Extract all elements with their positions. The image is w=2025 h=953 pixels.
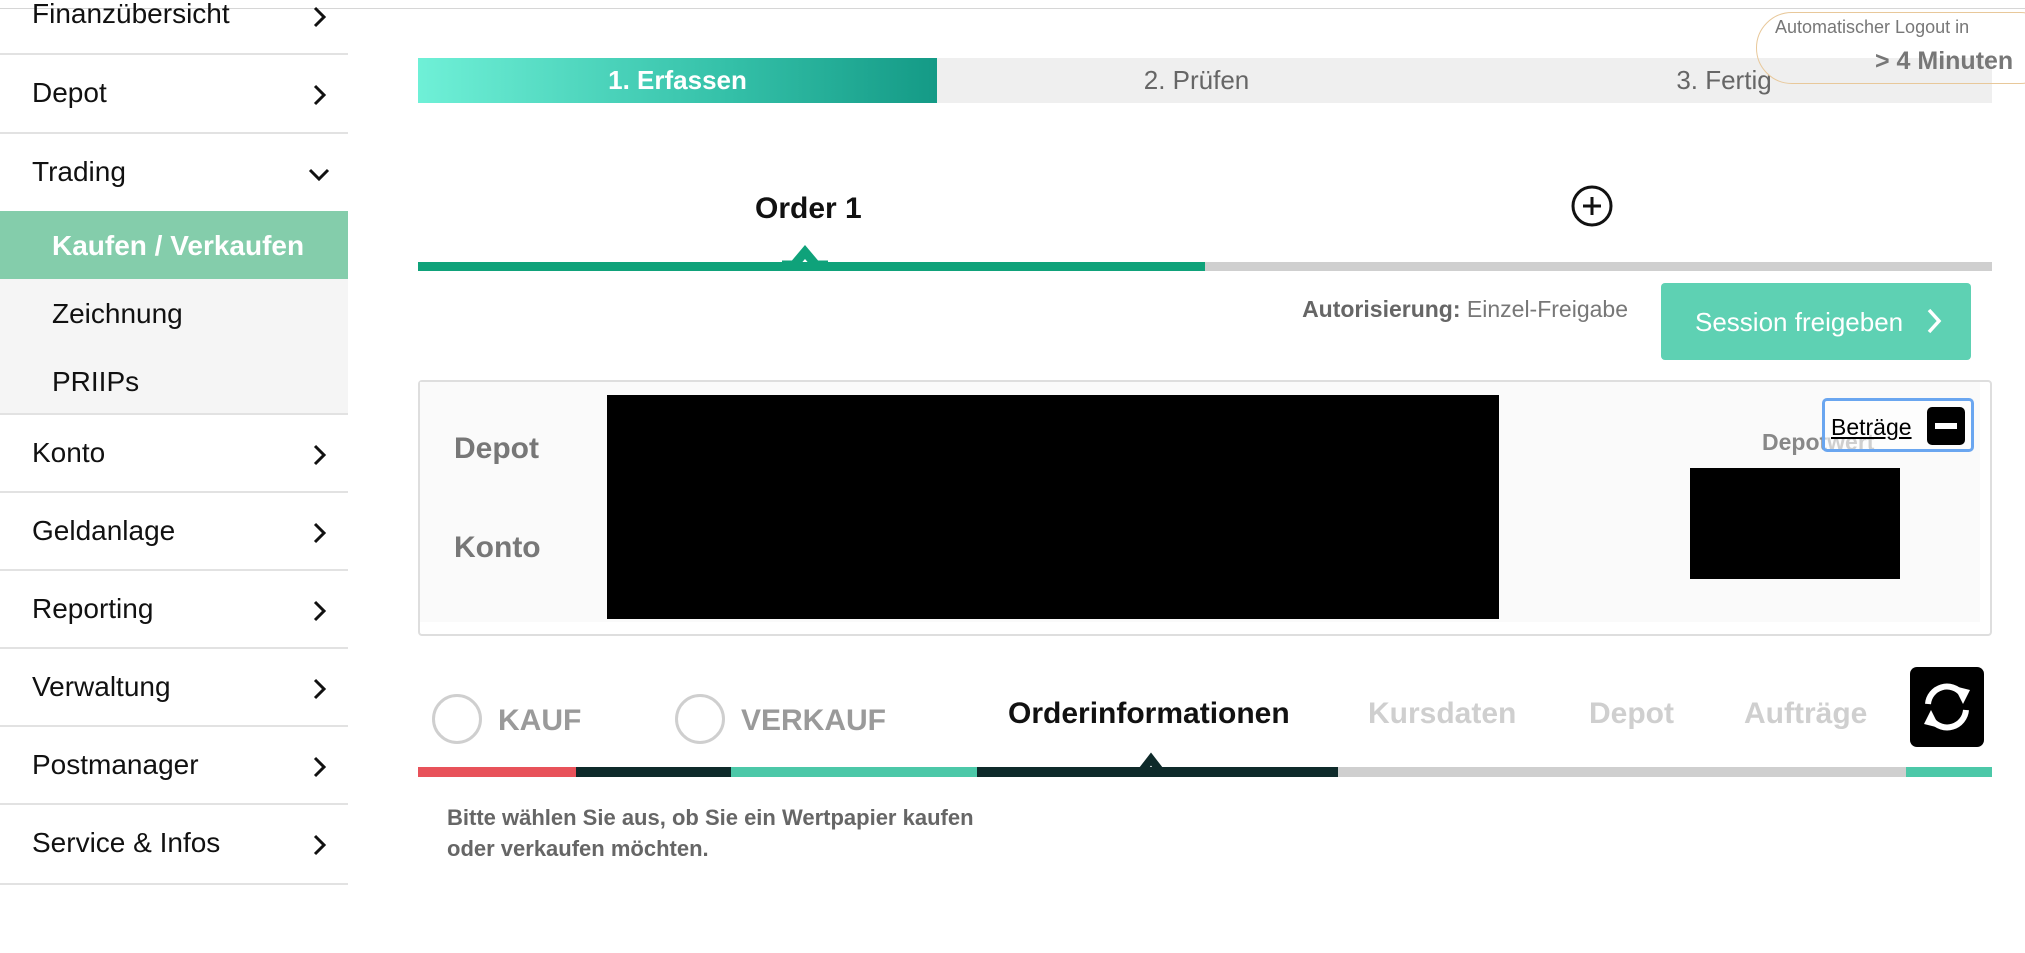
chevron-right-icon [304,596,334,626]
sidebar-item-label: Service & Infos [32,827,221,858]
sidebar-item-label: Depot [32,77,107,108]
sidebar-subitem-label: Zeichnung [52,298,183,329]
sidebar-item-service-infos[interactable]: Service & Infos [0,805,348,885]
authorization-info: Autorisierung: Einzel-Freigabe [1200,296,1628,323]
chevron-right-icon [304,2,334,32]
chevron-right-icon [304,80,334,110]
sidebar-subitem-label: Kaufen / Verkaufen [52,230,305,261]
plus-circle-icon[interactable] [1570,184,1614,228]
session-button-label: Session freigeben [1695,307,1904,337]
refresh-icon [1924,683,1970,731]
chevron-down-icon [304,159,334,189]
sidebar-item-label: Trading [32,156,126,187]
kauf-indicator [418,767,576,777]
step-progress-bar: 1. Erfassen 2. Prüfen 3. Fertig [418,58,1992,103]
logout-timer: Automatischer Logout in > 4 Minuten [1756,12,2025,84]
sidebar-item-postmanager[interactable]: Postmanager [0,727,348,805]
sidebar-item-finanzuebersicht[interactable]: Finanzübersicht [0,0,348,55]
sidebar-item-trading[interactable]: Trading [0,134,348,211]
refresh-indicator [1906,767,1992,777]
sidebar-item-label: Verwaltung [32,671,171,702]
refresh-button[interactable] [1910,667,1984,747]
order-tab-notch [782,240,828,270]
sidebar-item-depot[interactable]: Depot [0,55,348,134]
logout-timer-value: > 4 Minuten [1875,47,2014,75]
sidebar-subitem-zeichnung[interactable]: Zeichnung [0,279,348,347]
separator-indicator [576,767,731,777]
sidebar-item-label: Geldanlage [32,515,176,546]
sidebar-item-reporting[interactable]: Reporting [0,571,348,649]
konto-label: Konto [454,531,541,564]
logout-timer-label: Automatischer Logout in [1775,17,1970,37]
tab-depot[interactable]: Depot [1589,697,1674,731]
verkauf-indicator [731,767,977,777]
kauf-radio[interactable] [432,694,482,744]
order-tab-track [418,262,1992,271]
authorization-value: Einzel-Freigabe [1466,296,1628,322]
session-freigeben-button[interactable]: Session freigeben [1661,283,1971,360]
tab-kursdaten[interactable]: Kursdaten [1368,697,1516,731]
sidebar-subitem-priips[interactable]: PRIIPs [0,347,348,415]
inactive-tabs-indicator [1338,767,1906,777]
trading-submenu: Kaufen / Verkaufen Zeichnung PRIIPs [0,211,348,415]
chevron-right-icon [304,674,334,704]
tab-orderinformationen[interactable]: Orderinformationen [1008,697,1290,731]
sidebar-item-verwaltung[interactable]: Verwaltung [0,649,348,727]
step-erfassen: 1. Erfassen [418,58,937,103]
chevron-right-icon [304,752,334,782]
chevron-right-icon [304,518,334,548]
betraege-toggle[interactable]: Beträge [1822,398,1974,452]
kauf-label[interactable]: KAUF [498,704,581,738]
tab-order-1[interactable]: Order 1 [755,192,862,226]
sidebar-subitem-kaufen-verkaufen[interactable]: Kaufen / Verkaufen [0,211,348,279]
authorization-label: Autorisierung: [1302,296,1461,322]
step-pruefen: 2. Prüfen [1143,65,1250,95]
redacted-account-details [607,395,1499,619]
depot-konto-panel: Depot Konto Depotwert [418,380,1992,636]
chevron-right-icon [1919,305,1949,337]
betraege-label: Beträge [1831,414,1912,440]
minus-icon [1927,407,1965,445]
sidebar-item-label: Postmanager [32,749,199,780]
orderinformationen-notch [1130,746,1172,776]
chevron-right-icon [304,830,334,860]
verkauf-label[interactable]: VERKAUF [741,704,886,738]
chevron-right-icon [304,440,334,470]
sidebar-item-label: Finanzübersicht [32,0,230,29]
sidebar-item-geldanlage[interactable]: Geldanlage [0,493,348,571]
redacted-depotwert-value [1690,468,1900,579]
buy-sell-hint-text: Bitte wählen Sie aus, ob Sie ein Wertpap… [447,805,974,861]
depot-label: Depot [454,432,539,465]
sidebar-subitem-label: PRIIPs [52,366,140,397]
sidebar-item-label: Konto [32,437,106,468]
sidebar-item-konto[interactable]: Konto [0,415,348,493]
verkauf-radio[interactable] [675,694,725,744]
tab-auftraege[interactable]: Aufträge [1744,697,1867,731]
sidebar-item-label: Reporting [32,593,154,624]
